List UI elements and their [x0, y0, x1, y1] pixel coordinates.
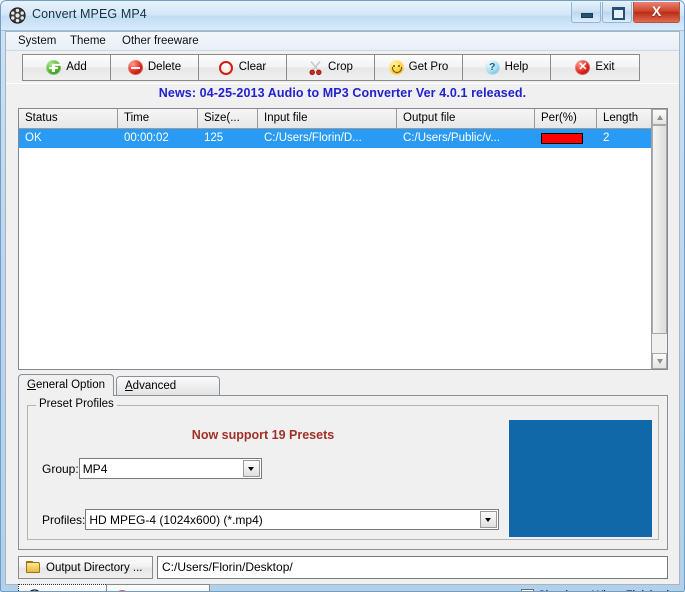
profiles-select-value: HD MPEG-4 (1024x600) (*.mp4) — [89, 512, 263, 527]
column-header-output-file[interactable]: Output file — [397, 109, 535, 128]
output-directory-button[interactable]: Output Directory ... — [18, 556, 153, 579]
profiles-label: Profiles: — [42, 512, 86, 527]
cell-status: OK — [25, 132, 42, 144]
output-directory-button-label: Output Directory ... — [46, 561, 143, 574]
cell-length: 2 — [603, 132, 610, 144]
client-area: System Theme Other freeware Add Delete C… — [5, 31, 680, 591]
file-list: Status Time Size(... Input file Output f… — [18, 108, 668, 370]
file-list-scrollbar[interactable] — [651, 109, 667, 369]
maximize-button[interactable] — [602, 2, 632, 23]
title-bar: Convert MPEG MP4 X — [1, 1, 684, 31]
window-title: Convert MPEG MP4 — [32, 7, 147, 21]
crop-button-label: Crop — [328, 60, 353, 73]
file-list-header: Status Time Size(... Input file Output f… — [19, 109, 667, 129]
column-header-percent[interactable]: Per(%) — [535, 109, 597, 128]
group-field-row: Group: MP4 — [42, 458, 262, 479]
cell-size: 125 — [204, 132, 224, 144]
group-label: Group: — [42, 461, 79, 476]
crop-icon — [308, 60, 323, 75]
clear-icon — [219, 60, 234, 75]
chevron-up-icon — [656, 114, 663, 120]
column-header-input-file[interactable]: Input file — [258, 109, 397, 128]
table-row[interactable]: OK 00:00:02 125 C:/Users/Florin/D... C:/… — [19, 129, 667, 148]
add-button[interactable]: Add — [23, 55, 111, 80]
preset-support-note: Now support 19 Presets — [191, 428, 335, 442]
folder-icon — [26, 561, 41, 574]
tab-panel-general-option: Preset Profiles Now support 19 Presets G… — [18, 395, 668, 550]
minimize-button[interactable] — [571, 2, 601, 23]
chevron-down-icon — [656, 358, 663, 364]
scrollbar-thumb[interactable] — [652, 125, 667, 334]
exit-button-label: Exit — [595, 60, 615, 73]
scroll-down-button[interactable] — [652, 353, 667, 369]
news-banner[interactable]: News: 04-25-2013 Audio to MP3 Converter … — [6, 86, 679, 100]
delete-button[interactable]: Delete — [111, 55, 199, 80]
menu-item-theme[interactable]: Theme — [66, 34, 110, 48]
preset-profiles-group-title: Preset Profiles — [36, 398, 117, 410]
menu-item-system[interactable]: System — [14, 34, 60, 48]
get-pro-button[interactable]: Get Pro — [375, 55, 463, 80]
output-path-input[interactable]: C:/Users/Florin/Desktop/ — [157, 556, 668, 579]
add-button-label: Add — [66, 60, 87, 73]
preview-thumbnail — [509, 420, 652, 537]
clear-button[interactable]: Clear — [199, 55, 287, 80]
menu-bar: System Theme Other freeware — [6, 32, 679, 51]
progress-bar — [541, 133, 583, 144]
exit-icon: ✕ — [575, 60, 591, 75]
close-icon: X — [651, 3, 662, 19]
column-header-length[interactable]: Length — [597, 109, 653, 128]
scroll-up-button[interactable] — [652, 109, 667, 125]
film-reel-icon — [9, 7, 26, 24]
minimize-icon — [581, 13, 593, 18]
tab-advanced-option[interactable]: Advanced Option — [116, 376, 220, 411]
action-bar: Convert Stop Process License: Free Ver:2… — [6, 582, 679, 591]
column-header-size[interactable]: Size(... — [198, 109, 258, 128]
cell-output-file: C:/Users/Public/v... — [403, 132, 500, 144]
toolbar-button-group: Add Delete Clear Crop Get Pro ? Help ✕ E… — [22, 54, 640, 81]
add-icon — [46, 60, 62, 75]
column-header-status[interactable]: Status — [19, 109, 118, 128]
clear-button-label: Clear — [238, 60, 267, 73]
menu-item-other-freeware[interactable]: Other freeware — [118, 34, 203, 48]
cell-percent — [535, 129, 597, 148]
window-controls: X — [571, 2, 680, 23]
column-header-time[interactable]: Time — [118, 109, 198, 128]
crop-button[interactable]: Crop — [287, 55, 375, 80]
toolbar: Add Delete Clear Crop Get Pro ? Help ✕ E… — [6, 51, 679, 84]
tab-general-option[interactable]: General Option — [18, 374, 114, 396]
close-button[interactable]: X — [633, 2, 680, 23]
get-pro-icon — [388, 60, 404, 75]
delete-button-label: Delete — [147, 60, 182, 73]
tab-bar: General Option Advanced Option — [18, 374, 668, 411]
application-window: Convert MPEG MP4 X System Theme Other fr… — [0, 0, 685, 592]
help-button[interactable]: ? Help — [463, 55, 551, 80]
delete-icon — [127, 60, 143, 75]
output-directory-row: Output Directory ... C:/Users/Florin/Des… — [18, 555, 668, 580]
profiles-select[interactable]: HD MPEG-4 (1024x600) (*.mp4) — [85, 509, 500, 530]
stop-process-button[interactable]: Stop Process — [106, 584, 210, 591]
convert-button[interactable]: Convert — [18, 584, 114, 591]
get-pro-button-label: Get Pro — [408, 60, 449, 73]
group-select-value: MP4 — [82, 461, 108, 476]
help-button-label: Help — [504, 60, 529, 73]
help-icon: ? — [484, 60, 500, 75]
profiles-field-row: Profiles: HD MPEG-4 (1024x600) (*.mp4) — [42, 509, 500, 530]
group-select[interactable]: MP4 — [78, 458, 262, 479]
cell-input-file: C:/Users/Florin/D... — [264, 132, 362, 144]
maximize-icon — [612, 7, 625, 20]
exit-button[interactable]: ✕ Exit — [551, 55, 639, 80]
cell-time: 00:00:02 — [124, 132, 169, 144]
chevron-down-icon[interactable] — [480, 511, 498, 528]
preset-profiles-group: Preset Profiles Now support 19 Presets G… — [27, 398, 659, 540]
chevron-down-icon[interactable] — [242, 460, 260, 477]
